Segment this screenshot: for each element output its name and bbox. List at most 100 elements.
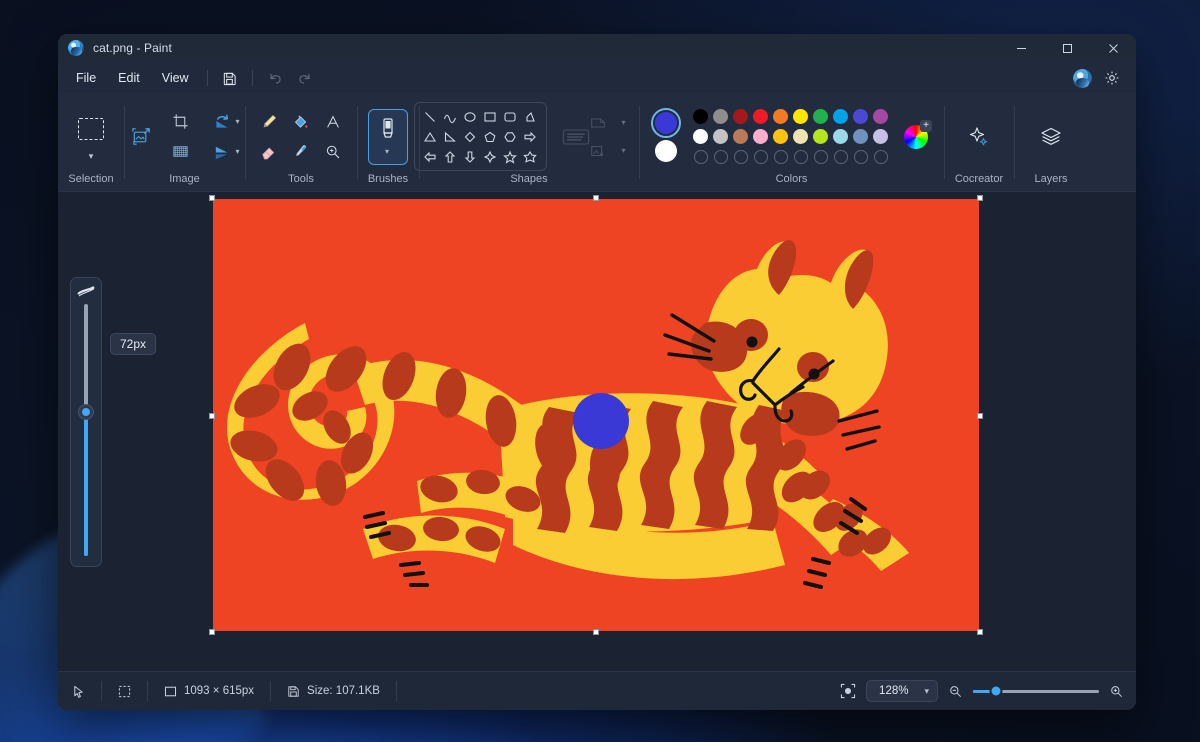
cat-drawing[interactable]: [213, 199, 979, 631]
shape-fill-icon[interactable]: [583, 136, 613, 166]
palette-swatch-row1-0[interactable]: [693, 109, 708, 124]
zoom-slider[interactable]: [973, 684, 1099, 698]
text-tool[interactable]: [318, 107, 348, 137]
shape-five-point-star[interactable]: [501, 147, 520, 166]
palette-swatch-empty-8[interactable]: [853, 149, 868, 164]
palette-swatch-empty-3[interactable]: [753, 149, 768, 164]
canvas-handle-bottom-center[interactable]: [593, 629, 599, 635]
canvas-handle-bottom-right[interactable]: [977, 629, 983, 635]
shape-rectangle[interactable]: [481, 107, 500, 126]
palette-swatch-empty-6[interactable]: [813, 149, 828, 164]
canvas-handle-bottom-left[interactable]: [209, 629, 215, 635]
palette-swatch-row2-7[interactable]: [833, 129, 848, 144]
zoom-slider-thumb[interactable]: [989, 684, 1003, 698]
save-icon[interactable]: [216, 66, 244, 90]
shape-polygon[interactable]: [521, 107, 540, 126]
brushes-dropdown-caret-icon[interactable]: ▾: [385, 147, 389, 156]
brush-size-track[interactable]: [78, 304, 94, 556]
brushes-button[interactable]: ▾: [368, 108, 408, 165]
shape-triangle[interactable]: [421, 127, 440, 146]
layers-icon[interactable]: [1034, 120, 1068, 154]
palette-swatch-empty-5[interactable]: [793, 149, 808, 164]
minimize-button[interactable]: [998, 34, 1044, 62]
palette-swatch-row2-5[interactable]: [793, 129, 808, 144]
canvas-handle-top-right[interactable]: [977, 195, 983, 201]
palette-swatch-row1-2[interactable]: [733, 109, 748, 124]
maximize-button[interactable]: [1044, 34, 1090, 62]
palette-swatch-empty-0[interactable]: [693, 149, 708, 164]
menu-view[interactable]: View: [152, 67, 199, 89]
settings-gear-icon[interactable]: [1098, 66, 1126, 90]
palette-swatch-row1-3[interactable]: [753, 109, 768, 124]
resize-image-icon[interactable]: [127, 122, 157, 152]
shape-oval[interactable]: [461, 107, 480, 126]
palette-swatch-row2-6[interactable]: [813, 129, 828, 144]
palette-swatch-empty-7[interactable]: [833, 149, 848, 164]
zoom-level-select[interactable]: 128% ▾: [866, 680, 938, 702]
selection-dropdown-caret-icon[interactable]: ▾: [89, 151, 94, 162]
palette-swatch-row2-8[interactable]: [853, 129, 868, 144]
eraser-tool[interactable]: [254, 137, 284, 167]
shape-right-triangle[interactable]: [441, 127, 460, 146]
edit-colors-wheel-icon[interactable]: [904, 119, 932, 149]
shape-left-arrow[interactable]: [421, 147, 440, 166]
palette-swatch-row2-2[interactable]: [733, 129, 748, 144]
palette-swatch-empty-9[interactable]: [873, 149, 888, 164]
redo-icon[interactable]: [291, 66, 319, 90]
zoom-out-icon[interactable]: [948, 684, 963, 699]
palette-swatch-empty-2[interactable]: [733, 149, 748, 164]
palette-swatch-row2-9[interactable]: [873, 129, 888, 144]
transparent-selection-icon[interactable]: [166, 137, 196, 167]
shape-right-arrow[interactable]: [521, 127, 540, 146]
shape-line[interactable]: [421, 107, 440, 126]
rotate-icon[interactable]: [207, 107, 237, 137]
shape-curve[interactable]: [441, 107, 460, 126]
undo-icon[interactable]: [261, 66, 289, 90]
canvas-handle-top-left[interactable]: [209, 195, 215, 201]
palette-swatch-row2-4[interactable]: [773, 129, 788, 144]
shape-rounded-rectangle[interactable]: [501, 107, 520, 126]
secondary-color-swatch[interactable]: [655, 139, 677, 162]
menu-edit[interactable]: Edit: [108, 67, 150, 89]
palette-swatch-row1-4[interactable]: [773, 109, 788, 124]
shape-down-arrow[interactable]: [461, 147, 480, 166]
pencil-tool[interactable]: [254, 107, 284, 137]
flip-icon[interactable]: [207, 137, 237, 167]
shape-up-arrow[interactable]: [441, 147, 460, 166]
crop-icon[interactable]: [166, 107, 196, 137]
canvas-handle-middle-left[interactable]: [209, 413, 215, 419]
cocreator-sparkle-icon[interactable]: [962, 120, 996, 154]
magnifier-tool[interactable]: [318, 137, 348, 167]
fit-to-window-icon[interactable]: [840, 683, 856, 699]
palette-swatch-row2-1[interactable]: [713, 129, 728, 144]
shape-outline-caret-icon[interactable]: ▾: [621, 118, 625, 127]
rotate-dropdown-caret-icon[interactable]: ▾: [235, 117, 239, 126]
palette-swatch-row1-6[interactable]: [813, 109, 828, 124]
palette-swatch-row1-5[interactable]: [793, 109, 808, 124]
palette-swatch-row1-9[interactable]: [873, 109, 888, 124]
palette-swatch-row1-7[interactable]: [833, 109, 848, 124]
palette-swatch-row2-3[interactable]: [753, 129, 768, 144]
account-avatar[interactable]: [1073, 68, 1092, 88]
palette-swatch-empty-1[interactable]: [713, 149, 728, 164]
flip-dropdown-caret-icon[interactable]: ▾: [235, 147, 239, 156]
palette-swatch-row1-8[interactable]: [853, 109, 868, 124]
eyedropper-tool[interactable]: [286, 137, 316, 167]
palette-swatch-row2-0[interactable]: [693, 129, 708, 144]
brush-size-slider[interactable]: [70, 277, 102, 567]
brush-size-thumb[interactable]: [78, 404, 94, 421]
canvas-handle-top-center[interactable]: [593, 195, 599, 201]
primary-color-swatch[interactable]: [651, 107, 681, 138]
zoom-in-icon[interactable]: [1109, 684, 1124, 699]
canvas-handle-middle-right[interactable]: [977, 413, 983, 419]
close-button[interactable]: [1090, 34, 1136, 62]
fill-tool[interactable]: [286, 107, 316, 137]
shape-hexagon[interactable]: [501, 127, 520, 146]
shape-fill-caret-icon[interactable]: ▾: [621, 146, 625, 155]
palette-swatch-empty-4[interactable]: [773, 149, 788, 164]
palette-swatch-row1-1[interactable]: [713, 109, 728, 124]
shape-six-point-star[interactable]: [521, 147, 540, 166]
rectangular-selection-icon[interactable]: [72, 112, 110, 146]
shape-four-point-star[interactable]: [481, 147, 500, 166]
shape-pentagon[interactable]: [481, 127, 500, 146]
